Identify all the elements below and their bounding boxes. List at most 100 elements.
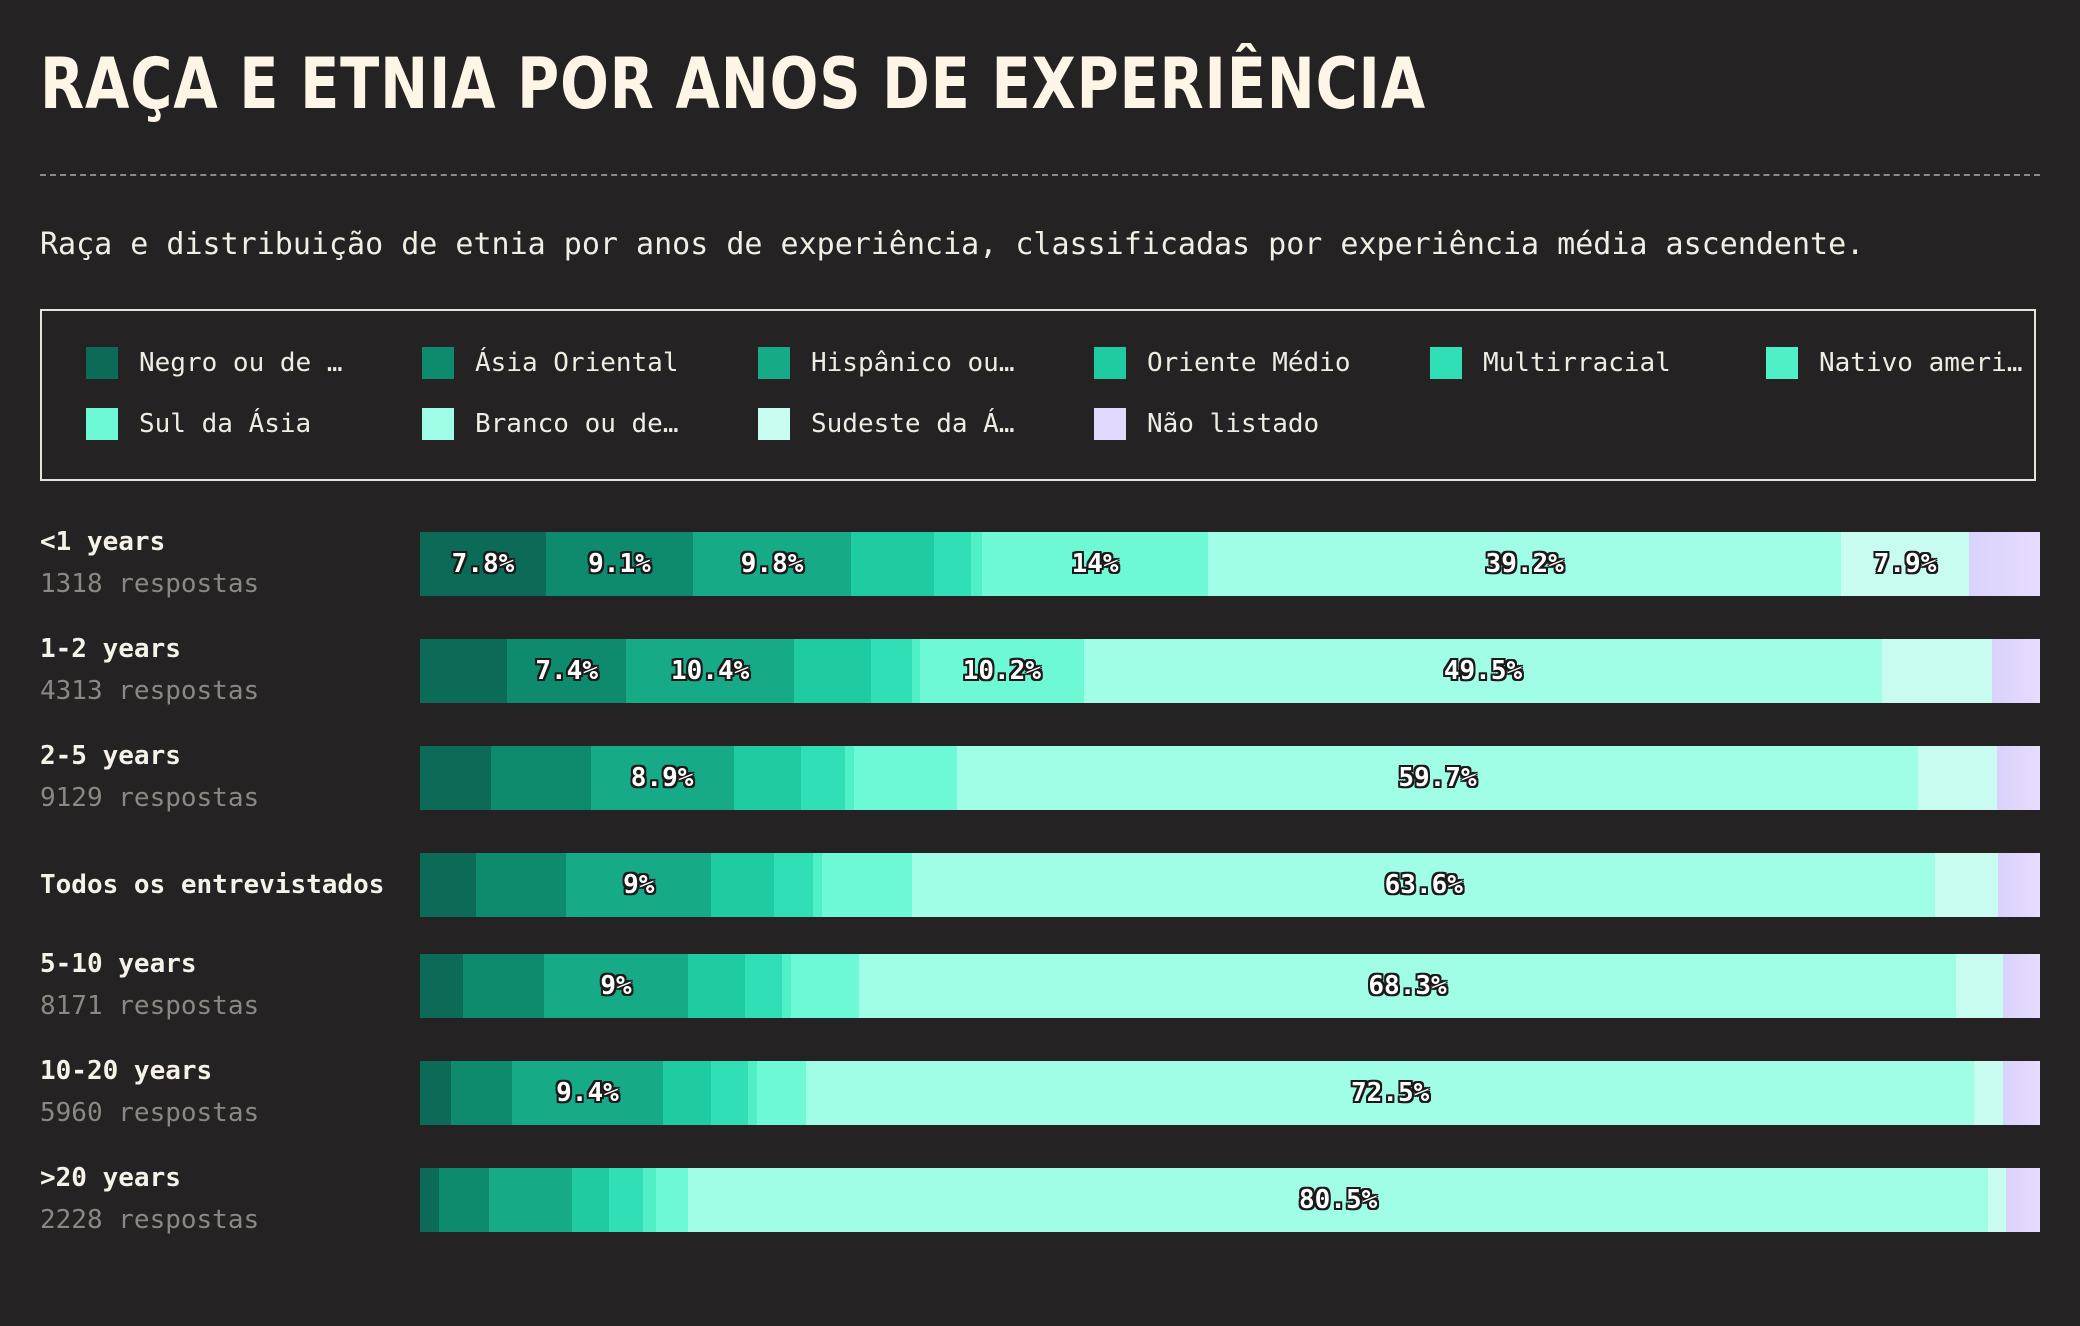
bar-segment[interactable] bbox=[663, 1061, 712, 1125]
data-label: 80.5% bbox=[1299, 1185, 1378, 1215]
data-label: 8.9% bbox=[630, 763, 694, 793]
bar-segment[interactable] bbox=[854, 746, 958, 810]
title-divider bbox=[40, 174, 2040, 176]
bar-segment[interactable] bbox=[871, 639, 912, 703]
bar-segment[interactable] bbox=[420, 954, 464, 1018]
legend-item[interactable]: Branco ou de… bbox=[422, 408, 679, 440]
bar-segment[interactable]: 8.9% bbox=[590, 746, 734, 810]
legend-label: Oriente Médio bbox=[1147, 348, 1351, 378]
bar-segment[interactable] bbox=[1973, 1061, 2003, 1125]
bar-segment[interactable]: 9.8% bbox=[692, 532, 852, 596]
bar-segment[interactable] bbox=[608, 1168, 643, 1232]
bar-segment[interactable] bbox=[801, 746, 845, 810]
bar-segment[interactable] bbox=[933, 532, 971, 596]
row-count: 9129 respostas bbox=[40, 783, 260, 813]
bar-segment[interactable]: 49.5% bbox=[1084, 639, 1882, 703]
legend-item[interactable]: Multirracial bbox=[1430, 347, 1671, 379]
bar-segment[interactable] bbox=[420, 853, 477, 917]
bar-segment[interactable] bbox=[463, 954, 544, 1018]
bar-segment[interactable]: 68.3% bbox=[858, 954, 1957, 1018]
bar-segment[interactable] bbox=[1988, 1168, 2006, 1232]
legend-item[interactable]: Negro ou de … bbox=[86, 347, 343, 379]
bar-segment[interactable]: 9.4% bbox=[511, 1061, 664, 1125]
bar-segment[interactable]: 10.4% bbox=[626, 639, 794, 703]
bar-segment[interactable] bbox=[420, 1168, 440, 1232]
row-name: 10-20 years bbox=[40, 1056, 213, 1086]
bar-segment[interactable] bbox=[1881, 639, 1992, 703]
bar-segment[interactable] bbox=[812, 853, 823, 917]
row-label: 5-10 years 8171 respostas bbox=[40, 946, 259, 1024]
bar-segment[interactable] bbox=[773, 853, 813, 917]
bar-segment[interactable]: 39.2% bbox=[1208, 532, 1842, 596]
data-label: 9.1% bbox=[588, 549, 651, 579]
bar-segment[interactable] bbox=[851, 532, 934, 596]
bar-segment[interactable] bbox=[791, 954, 859, 1018]
bar-segment[interactable]: 63.6% bbox=[912, 853, 1936, 917]
data-label: 7.4% bbox=[535, 656, 598, 686]
bar-segment[interactable] bbox=[571, 1168, 609, 1232]
legend-label: Branco ou de… bbox=[475, 409, 679, 439]
bar-segment[interactable] bbox=[844, 746, 855, 810]
bar-segment[interactable] bbox=[756, 1061, 807, 1125]
bar-segment[interactable] bbox=[748, 1061, 757, 1125]
bar-segment[interactable] bbox=[711, 1061, 749, 1125]
bar-segment[interactable] bbox=[420, 746, 491, 810]
bar-segment[interactable] bbox=[822, 853, 913, 917]
bar-segment[interactable] bbox=[490, 746, 591, 810]
legend-item[interactable]: Sul da Ásia bbox=[86, 408, 311, 440]
data-label: 9% bbox=[600, 971, 632, 1001]
legend-item[interactable]: Hispânico ou… bbox=[758, 347, 1015, 379]
bar-segment[interactable] bbox=[489, 1168, 572, 1232]
bar-segment[interactable]: 72.5% bbox=[806, 1061, 1974, 1125]
bar-segment[interactable]: 7.9% bbox=[1841, 532, 1969, 596]
bar-segment[interactable] bbox=[1998, 853, 2040, 917]
legend-swatch bbox=[1094, 347, 1126, 379]
bar-segment[interactable] bbox=[420, 1061, 451, 1125]
bar-segment[interactable] bbox=[1968, 532, 2040, 596]
bar-segment[interactable] bbox=[1996, 746, 2040, 810]
bar-segment[interactable] bbox=[655, 1168, 689, 1232]
legend-item[interactable]: Oriente Médio bbox=[1094, 347, 1351, 379]
bar-segment[interactable]: 9% bbox=[566, 853, 712, 917]
bar-segment[interactable] bbox=[1991, 639, 2040, 703]
bar-segment[interactable] bbox=[781, 954, 792, 1018]
bar-segment[interactable]: 9.1% bbox=[545, 532, 693, 596]
bar-segment[interactable]: 9% bbox=[543, 954, 689, 1018]
legend-item[interactable]: Nativo ameri… bbox=[1766, 347, 2023, 379]
bar-segment[interactable]: 59.7% bbox=[957, 746, 1918, 810]
chart-title: RAÇA E ETNIA POR ANOS DE EXPERIÊNCIA bbox=[40, 43, 1426, 125]
legend-item[interactable]: Sudeste da Á… bbox=[758, 408, 1015, 440]
bar-segment[interactable] bbox=[2002, 1061, 2040, 1125]
bar-segment[interactable] bbox=[970, 532, 983, 596]
legend: Negro ou de … Ásia Oriental Hispânico ou… O… bbox=[40, 309, 2036, 481]
row-name: 2-5 years bbox=[40, 741, 181, 771]
data-label: 68.3% bbox=[1368, 971, 1447, 1001]
bar-segment[interactable] bbox=[744, 954, 782, 1018]
bar-segment[interactable] bbox=[1917, 746, 1997, 810]
bar-segment[interactable] bbox=[688, 954, 745, 1018]
bar-segment[interactable] bbox=[911, 639, 920, 703]
bar-segment[interactable] bbox=[793, 639, 872, 703]
bar-segment[interactable]: 10.2% bbox=[919, 639, 1085, 703]
row-label: >20 years 2228 respostas bbox=[40, 1160, 259, 1238]
data-label: 7.8% bbox=[451, 549, 515, 579]
bar-segment[interactable]: 14% bbox=[982, 532, 1209, 596]
bar-segment[interactable]: 7.8% bbox=[420, 532, 546, 596]
bar-segment[interactable] bbox=[439, 1168, 490, 1232]
bar-segment[interactable] bbox=[476, 853, 567, 917]
bar-segment[interactable] bbox=[2002, 954, 2040, 1018]
bar-segment[interactable] bbox=[642, 1168, 656, 1232]
row-count: 4313 respostas bbox=[40, 676, 260, 706]
legend-item[interactable]: Ásia Oriental bbox=[422, 347, 679, 379]
bar-segment[interactable] bbox=[450, 1061, 512, 1125]
row-count: 8171 respostas bbox=[40, 991, 260, 1021]
bar-segment[interactable] bbox=[420, 639, 508, 703]
bar-segment[interactable] bbox=[1935, 853, 1999, 917]
bar-segment[interactable] bbox=[733, 746, 802, 810]
bar-segment[interactable] bbox=[711, 853, 774, 917]
bar-segment[interactable] bbox=[2006, 1168, 2040, 1232]
bar-segment[interactable]: 80.5% bbox=[688, 1168, 1989, 1232]
legend-item[interactable]: Não listado bbox=[1094, 408, 1319, 440]
bar-segment[interactable] bbox=[1956, 954, 2003, 1018]
bar-segment[interactable]: 7.4% bbox=[507, 639, 627, 703]
